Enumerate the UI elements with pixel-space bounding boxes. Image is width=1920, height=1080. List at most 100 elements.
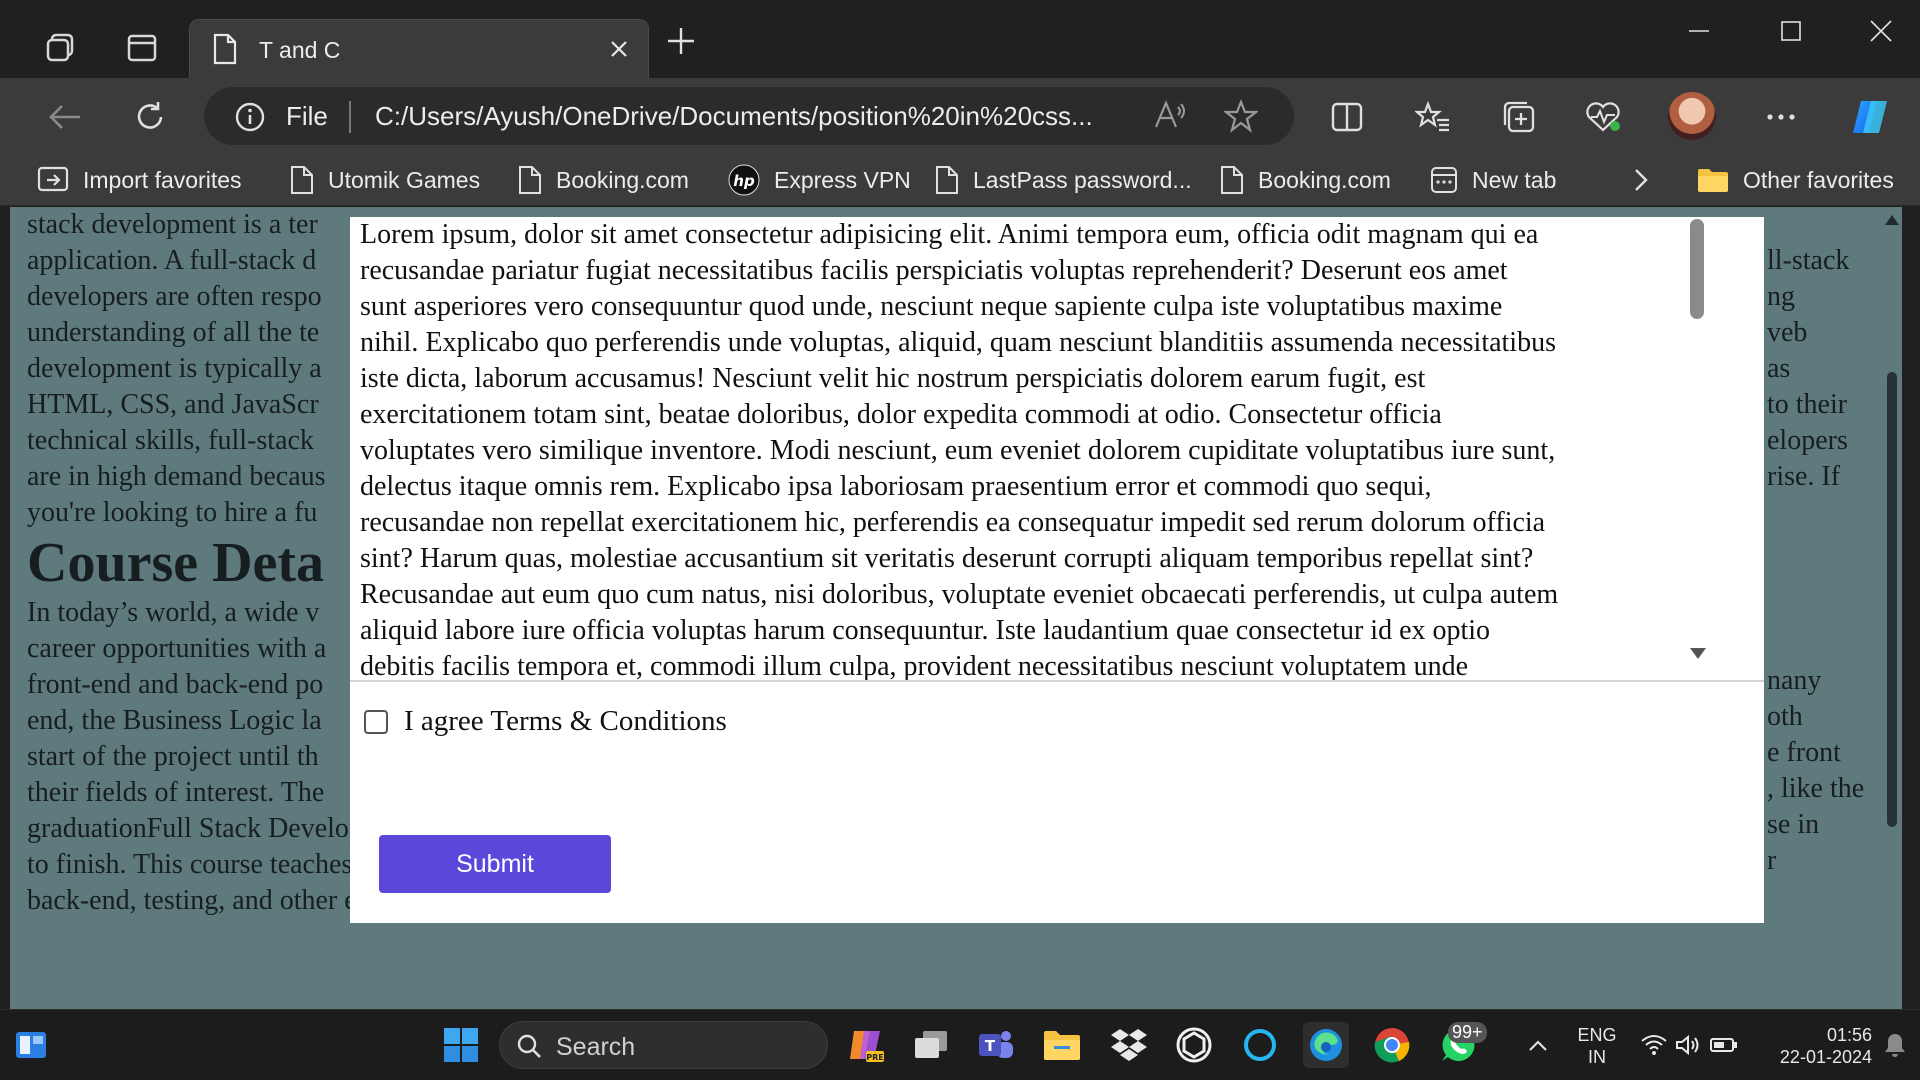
- favorite-utomik[interactable]: Utomik Games: [290, 162, 480, 198]
- bg-fragment: se in: [1767, 809, 1820, 840]
- favorites-bar: Import favorites Utomik Games Booking.co…: [0, 154, 1920, 206]
- page-icon: [936, 166, 958, 194]
- bg-fragment: veb: [1767, 317, 1808, 348]
- file-explorer-icon[interactable]: [1039, 1022, 1085, 1068]
- terms-line: sint? Harum quas, molestiae accusantium …: [360, 543, 1534, 574]
- terms-scroll-thumb[interactable]: [1690, 219, 1704, 319]
- close-window-icon[interactable]: [1852, 8, 1910, 54]
- favorite-lastpass[interactable]: LastPass password...: [935, 162, 1192, 198]
- refresh-icon[interactable]: [127, 94, 173, 140]
- notification-bell-icon[interactable]: [1872, 1022, 1918, 1068]
- copilot-pre-icon[interactable]: PRE: [843, 1022, 889, 1068]
- page-scroll-thumb[interactable]: [1887, 372, 1897, 827]
- cortana-icon[interactable]: [1237, 1022, 1283, 1068]
- toolbar: File C:/Users/Ayush/OneDrive/Documents/p…: [0, 78, 1920, 154]
- dropbox-icon[interactable]: [1106, 1022, 1152, 1068]
- favorite-label: Import favorites: [83, 166, 242, 193]
- task-view-icon[interactable]: [908, 1022, 954, 1068]
- bg-fragment: rise. If: [1767, 461, 1841, 492]
- read-aloud-icon[interactable]: [1152, 97, 1188, 138]
- address-url[interactable]: C:/Users/Ayush/OneDrive/Documents/positi…: [375, 101, 1093, 132]
- address-bar[interactable]: File C:/Users/Ayush/OneDrive/Documents/p…: [204, 87, 1294, 145]
- show-hidden-icons-chevron-icon[interactable]: [1515, 1022, 1561, 1068]
- favorite-label: Express VPN: [774, 166, 911, 193]
- page-icon: [1221, 166, 1243, 194]
- page-icon: [212, 33, 238, 70]
- favorite-import[interactable]: Import favorites: [37, 162, 242, 198]
- bg-fragment: , like the: [1767, 773, 1865, 804]
- agree-terms-label[interactable]: I agree Terms & Conditions: [404, 705, 727, 738]
- favorite-new-tab[interactable]: New tab: [1430, 162, 1556, 198]
- bg-fragment: e front: [1767, 737, 1841, 768]
- agree-terms-checkbox[interactable]: [364, 709, 388, 734]
- terms-modal: Lorem ipsum, dolor sit amet consectetur …: [350, 217, 1764, 923]
- language-label: ENG: [1577, 1025, 1617, 1045]
- terms-line: aliquid labore iure officia voluptas har…: [360, 615, 1491, 646]
- hp-logo-icon: hp: [728, 164, 760, 196]
- submit-button[interactable]: Submit: [379, 835, 611, 893]
- bg-fragment: ng: [1767, 281, 1795, 312]
- clock[interactable]: 01:56 22-01-2024: [1752, 1024, 1872, 1068]
- edge-taskbar-icon[interactable]: [1303, 1022, 1349, 1068]
- favorite-label: New tab: [1472, 166, 1557, 193]
- bg-right-fragments: ll-stack ng veb as to their elopers rise…: [1767, 207, 1864, 879]
- windows-start-icon[interactable]: [438, 1022, 484, 1068]
- scroll-up-arrow-icon[interactable]: [1885, 215, 1899, 225]
- teams-icon[interactable]: T: [973, 1022, 1019, 1068]
- browser-essentials-icon[interactable]: [1580, 94, 1626, 140]
- favorites-icon[interactable]: [1410, 94, 1456, 140]
- new-tab-icon[interactable]: [666, 26, 696, 61]
- page-icon: [291, 166, 313, 194]
- workspaces-icon[interactable]: [37, 24, 85, 72]
- back-icon[interactable]: [42, 94, 88, 140]
- favorites-overflow-chevron-icon[interactable]: [1633, 162, 1649, 198]
- terms-scroll-box[interactable]: Lorem ipsum, dolor sit amet consectetur …: [350, 217, 1764, 682]
- tab-actions-icon[interactable]: [118, 24, 166, 72]
- favorite-booking-1[interactable]: Booking.com: [518, 162, 689, 198]
- bg-fragment: [1767, 495, 1864, 531]
- bg-fragment: ll-stack: [1767, 245, 1850, 276]
- tab-title: T and C: [259, 37, 341, 63]
- maximize-icon[interactable]: [1762, 8, 1820, 54]
- terms-line: nihil. Explicabo quo perferendis unde vo…: [360, 327, 1556, 358]
- newtab-icon: [1431, 167, 1457, 193]
- split-screen-icon[interactable]: [1324, 94, 1370, 140]
- terms-line: iste dicta, laborum accusamus! Nesciunt …: [360, 363, 1426, 394]
- language-indicator[interactable]: ENG IN: [1573, 1024, 1621, 1068]
- page-scrollbar[interactable]: [1882, 207, 1902, 1009]
- region-label: IN: [1588, 1047, 1606, 1067]
- terms-line: voluptates vero similique inventore. Mod…: [360, 435, 1556, 466]
- bg-fragment: [1767, 207, 1864, 243]
- chatgpt-icon[interactable]: [1171, 1022, 1217, 1068]
- favorite-label: Booking.com: [1258, 166, 1391, 193]
- favorite-express-vpn[interactable]: hp Express VPN: [728, 162, 911, 198]
- agree-terms-row[interactable]: I agree Terms & Conditions: [364, 705, 727, 738]
- close-tab-icon[interactable]: [604, 34, 634, 64]
- favorite-booking-2[interactable]: Booking.com: [1220, 162, 1391, 198]
- bg-fragment: to their: [1767, 389, 1848, 420]
- clock-time: 01:56: [1826, 1025, 1872, 1045]
- svg-text:hp: hp: [733, 172, 755, 190]
- terms-line: sunt asperiores vero consequuntur quod u…: [360, 291, 1503, 322]
- terms-line: Recusandae aut eum quo cum natus, nisi d…: [360, 579, 1559, 610]
- copilot-icon[interactable]: [1847, 94, 1893, 140]
- battery-icon[interactable]: [1701, 1022, 1747, 1068]
- bg-fragment: r: [1767, 845, 1777, 876]
- collections-icon[interactable]: [1496, 94, 1542, 140]
- other-favorites[interactable]: Other favorites: [1697, 162, 1894, 198]
- tab-active[interactable]: T and C: [189, 19, 649, 78]
- chrome-icon[interactable]: [1369, 1022, 1415, 1068]
- info-icon[interactable]: [234, 101, 266, 138]
- profile-avatar[interactable]: [1668, 92, 1716, 140]
- taskbar-search[interactable]: Search: [499, 1021, 828, 1069]
- bg-fragment: elopers: [1767, 425, 1848, 456]
- terms-text: Lorem ipsum, dolor sit amet consectetur …: [360, 217, 1700, 680]
- more-options-icon[interactable]: [1758, 94, 1804, 140]
- widgets-icon[interactable]: [8, 1022, 54, 1068]
- bg-fragment: nany: [1767, 665, 1822, 696]
- scroll-down-arrow-icon[interactable]: [1690, 648, 1706, 659]
- minimize-icon[interactable]: [1670, 8, 1728, 54]
- terms-line: Lorem ipsum, dolor sit amet consectetur …: [360, 219, 1539, 250]
- favorite-star-icon[interactable]: [1222, 99, 1260, 138]
- bg-fragment: as: [1767, 353, 1791, 384]
